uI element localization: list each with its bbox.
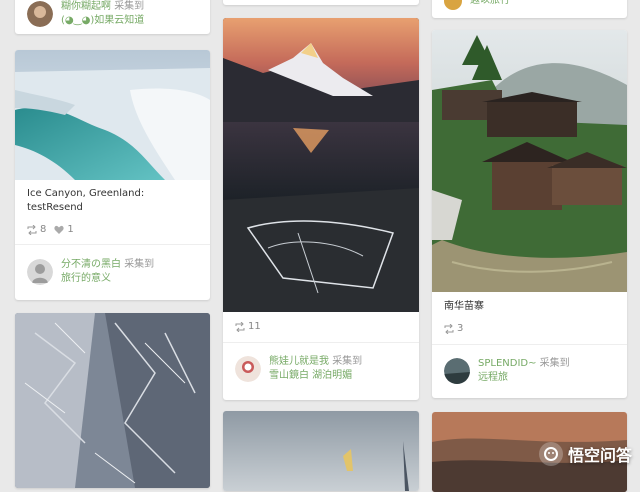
pin-description: Ice Canyon, Greenland: testResend — [27, 188, 145, 213]
like-value: 1 — [67, 224, 74, 235]
heart-icon — [54, 225, 64, 234]
ice-canyon-image[interactable] — [15, 50, 210, 180]
frost-texture-image[interactable] — [15, 313, 210, 488]
user-avatar[interactable] — [27, 259, 53, 285]
pin-attribution: 分不清の黑白 采集到 旅行的意义 — [27, 258, 154, 286]
board-name[interactable]: (◕‿◕)如果云知道 — [61, 14, 144, 28]
user-avatar[interactable] — [444, 0, 462, 10]
repin-value: 3 — [457, 323, 464, 334]
repin-value: 11 — [248, 321, 261, 332]
collect-action: 采集到 — [332, 356, 363, 367]
user-name[interactable]: 糊你糊起啊 — [61, 1, 111, 12]
repin-count[interactable]: 3 — [444, 323, 463, 334]
repin-value: 8 — [40, 224, 47, 235]
user-name[interactable]: SPLENDID~ — [478, 358, 536, 369]
user-avatar[interactable] — [27, 1, 53, 27]
like-count[interactable]: 1 — [54, 224, 74, 235]
user-avatar[interactable] — [235, 356, 261, 382]
pin-card-ice-canyon[interactable]: Ice Canyon, Greenland: testResend 8 1 分不… — [15, 50, 210, 300]
collect-action: 采集到 — [124, 259, 155, 270]
pin-card-top-middle[interactable] — [223, 0, 419, 5]
repin-icon — [27, 224, 37, 235]
landscape-image[interactable] — [223, 411, 419, 491]
collect-action: 采集到 — [539, 358, 570, 369]
pin-description: 南华苗寨 — [444, 301, 484, 312]
pin-card-top-left[interactable]: 糊你糊起啊 采集到 (◕‿◕)如果云知道 — [15, 0, 210, 34]
pin-card-mountain-lake[interactable]: 11 熊娃儿就是我 采集到 雪山鏡白 湖泊明媚 — [223, 18, 419, 400]
pin-stats: 3 — [444, 323, 463, 334]
pin-attribution: 熊娃儿就是我 采集到 雪山鏡白 湖泊明媚 — [235, 355, 362, 383]
board-name[interactable]: 旅行的意义 — [61, 272, 154, 286]
pin-stats: 11 — [235, 321, 261, 332]
board-name[interactable]: 遐以旅行 — [470, 0, 510, 8]
pin-card-bottom-middle[interactable] — [223, 411, 419, 491]
board-name[interactable]: 雪山鏡白 湖泊明媚 — [269, 369, 362, 383]
card-divider — [432, 344, 627, 345]
watermark-text: 悟空问答 — [567, 446, 632, 465]
pin-attribution: 遐以旅行 — [444, 0, 510, 10]
pin-card-village[interactable]: 南华苗寨 3 SPLENDID~ 采集到 远程旅 — [432, 30, 627, 398]
pin-stats: 8 1 — [27, 224, 74, 235]
village-image[interactable] — [432, 30, 627, 292]
watermark: 悟空问答 — [538, 442, 632, 466]
user-name[interactable]: 熊娃儿就是我 — [269, 356, 329, 367]
mountain-lake-image[interactable] — [223, 18, 419, 312]
repin-icon — [235, 321, 245, 332]
repin-count[interactable]: 8 — [27, 224, 46, 235]
card-divider — [223, 342, 419, 343]
pin-attribution: 糊你糊起啊 采集到 (◕‿◕)如果云知道 — [27, 0, 144, 28]
user-avatar[interactable] — [444, 358, 470, 384]
repin-count[interactable]: 11 — [235, 321, 261, 332]
wukong-logo-icon — [538, 442, 563, 466]
pin-attribution: SPLENDID~ 采集到 远程旅 — [444, 357, 570, 385]
card-divider — [15, 244, 210, 245]
board-name[interactable]: 远程旅 — [478, 371, 570, 385]
collect-action: 采集到 — [114, 1, 145, 12]
repin-icon — [444, 323, 454, 334]
pin-card-frost-texture[interactable] — [15, 313, 210, 488]
user-name[interactable]: 分不清の黑白 — [61, 259, 121, 270]
pin-card-top-right[interactable]: 遐以旅行 — [432, 0, 627, 18]
